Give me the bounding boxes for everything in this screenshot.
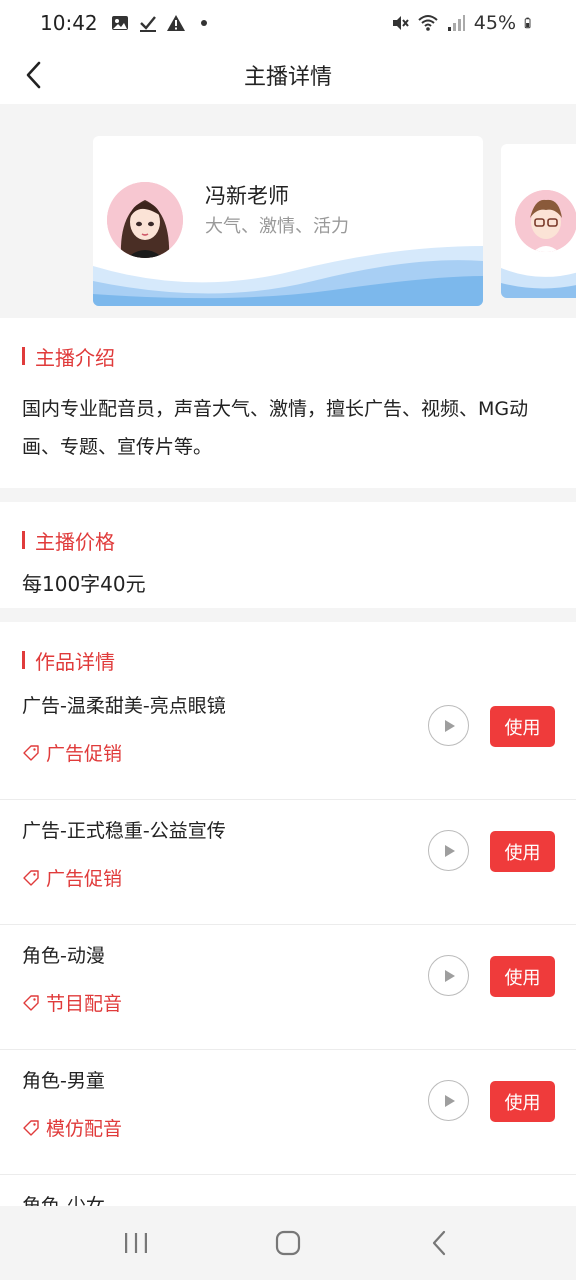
work-tag: 模仿配音	[22, 1114, 122, 1141]
play-icon	[444, 844, 455, 857]
recent-apps-icon	[125, 1233, 147, 1253]
image-icon	[111, 16, 128, 30]
work-item[interactable]: 角色-动漫 节目配音 使用	[0, 925, 576, 1050]
work-title: 角色-少女	[22, 1195, 105, 1206]
anchor-card-next[interactable]	[501, 144, 576, 298]
work-item[interactable]: 广告-温柔甜美-亮点眼镜 广告促销 使用	[0, 675, 576, 800]
wave-decoration	[93, 246, 483, 306]
work-tag-label: 广告促销	[46, 743, 123, 765]
warning-icon	[166, 15, 185, 31]
use-button[interactable]: 使用	[490, 706, 555, 747]
mute-icon	[392, 16, 409, 30]
battery-percent: 45%	[473, 12, 516, 34]
play-button[interactable]	[428, 1080, 469, 1121]
play-button[interactable]	[428, 955, 469, 996]
section-marker	[22, 651, 25, 669]
page-title: 主播详情	[243, 65, 332, 90]
price-section: 主播价格 每100字40元	[0, 502, 576, 608]
wifi-icon	[418, 15, 438, 31]
work-tag-label: 节目配音	[46, 993, 123, 1015]
section-marker	[22, 531, 25, 549]
section-marker	[22, 347, 25, 365]
dot-icon	[200, 20, 207, 26]
nav-back-button[interactable]	[410, 1213, 470, 1273]
work-item[interactable]: 广告-正式稳重-公益宣传 广告促销 使用	[0, 800, 576, 925]
work-item[interactable]: 角色-少女	[0, 1175, 576, 1206]
intro-text: 国内专业配音员，声音大气、激情，擅长广告、视频、MG动画、专题、宣传片等。	[22, 398, 529, 458]
tag-icon	[23, 869, 39, 886]
wave-decoration-next	[501, 268, 576, 298]
intro-heading-row: 主播介绍	[0, 338, 576, 374]
back-arrow-icon	[26, 61, 41, 89]
battery-icon	[524, 17, 531, 29]
price-heading: 主播价格	[35, 529, 115, 554]
tag-icon	[23, 994, 39, 1011]
price-text: 每100字40元	[22, 572, 146, 596]
app-header: 主播详情	[0, 46, 576, 104]
anchor-name: 冯新老师	[205, 184, 289, 208]
works-section: 作品详情 广告-温柔甜美-亮点眼镜 广告促销 使用 广告-正式稳重-公益宣传 广…	[0, 622, 576, 1206]
use-button[interactable]: 使用	[490, 831, 555, 872]
use-button[interactable]: 使用	[490, 956, 555, 997]
status-time: 10:42	[40, 11, 98, 35]
intro-section: 主播介绍 国内专业配音员，声音大气、激情，擅长广告、视频、MG动画、专题、宣传片…	[0, 320, 576, 488]
intro-heading: 主播介绍	[35, 345, 115, 370]
play-icon	[444, 969, 455, 982]
works-heading: 作品详情	[35, 649, 115, 674]
recent-apps-button[interactable]	[106, 1213, 166, 1273]
work-tag: 广告促销	[22, 864, 122, 891]
home-icon	[275, 1230, 301, 1256]
use-button[interactable]: 使用	[490, 1081, 555, 1122]
play-button[interactable]	[428, 705, 469, 746]
tag-icon	[23, 744, 39, 761]
work-tag-label: 广告促销	[46, 868, 123, 890]
status-icons-right: 45%	[390, 12, 536, 34]
status-icons-left	[110, 13, 214, 33]
work-item[interactable]: 角色-男童 模仿配音 使用	[0, 1050, 576, 1175]
system-nav-bar	[0, 1206, 576, 1280]
price-heading-row: 主播价格	[0, 522, 576, 558]
status-bar: 10:42 45%	[0, 0, 576, 46]
works-heading-row: 作品详情	[0, 642, 576, 678]
work-title: 广告-正式稳重-公益宣传	[22, 820, 226, 842]
play-icon	[444, 719, 455, 732]
tag-icon	[23, 1119, 39, 1136]
back-button[interactable]	[14, 55, 54, 95]
play-icon	[444, 1094, 455, 1107]
work-tag: 节目配音	[22, 989, 122, 1016]
signal-icon	[447, 15, 465, 31]
check-icon	[139, 16, 156, 32]
work-title: 角色-男童	[22, 1070, 105, 1092]
section-divider	[0, 608, 576, 622]
anchor-card[interactable]: 冯新老师 大气、激情、活力	[93, 136, 483, 306]
work-tag-label: 模仿配音	[46, 1118, 123, 1140]
anchor-carousel[interactable]: 冯新老师 大气、激情、活力	[0, 104, 576, 318]
work-tag: 广告促销	[22, 739, 122, 766]
section-divider	[0, 488, 576, 502]
play-button[interactable]	[428, 830, 469, 871]
work-title: 广告-温柔甜美-亮点眼镜	[22, 695, 226, 717]
home-button[interactable]	[258, 1213, 318, 1273]
nav-back-icon	[432, 1230, 446, 1256]
work-title: 角色-动漫	[22, 945, 105, 967]
